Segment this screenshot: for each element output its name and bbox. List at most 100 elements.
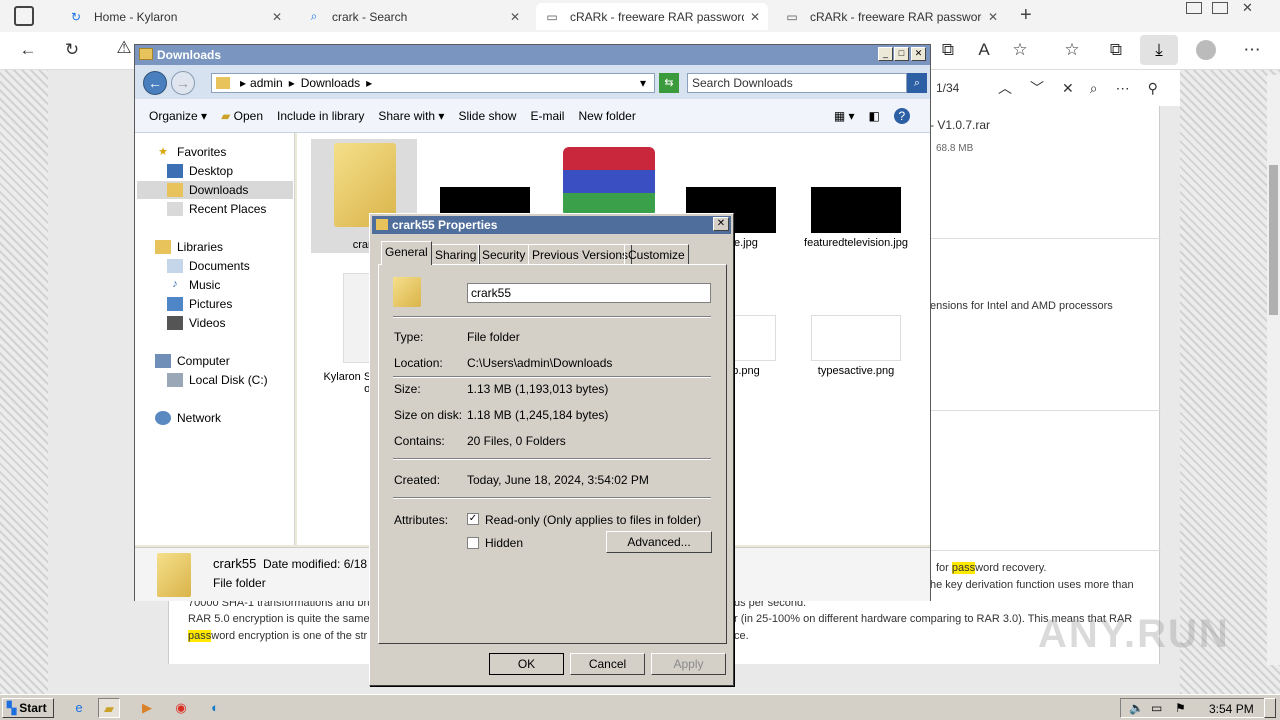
search-input[interactable]: Search Downloads: [687, 73, 907, 93]
close-icon[interactable]: ✕: [988, 10, 998, 24]
forward-button[interactable]: →: [171, 71, 195, 95]
extensions-icon[interactable]: ⧉: [936, 40, 960, 60]
nav-documents[interactable]: Documents: [167, 259, 250, 273]
tab-security[interactable]: Security: [478, 244, 530, 264]
tab-home-kylaron[interactable]: ↻ Home - Kylaron ✕: [60, 3, 290, 30]
search-icon[interactable]: ⌕: [1090, 80, 1098, 97]
file-item-winrar[interactable]: [559, 147, 659, 217]
new-tab-icon[interactable]: +: [1020, 4, 1032, 27]
tab-crark-2[interactable]: ▭ cRARk - freeware RAR password recovery…: [776, 3, 1006, 30]
name-field[interactable]: crark55: [467, 283, 711, 303]
explorer-toolbar: Organize ▾ ▰ Open Include in library Sha…: [135, 99, 930, 133]
maximize-button[interactable]: □: [894, 47, 909, 61]
collections-icon[interactable]: ⧉: [1104, 40, 1128, 60]
open-button[interactable]: ▰ Open: [221, 109, 263, 123]
explorer-taskbar-icon[interactable]: ▰: [98, 698, 120, 718]
scrollbar-thumb[interactable]: [1269, 165, 1278, 315]
help-icon[interactable]: ?: [893, 107, 910, 124]
view-icon[interactable]: ▦ ▾: [834, 109, 855, 123]
search-icon[interactable]: ⌕: [907, 73, 927, 93]
ie-icon[interactable]: e: [68, 698, 90, 718]
nav-recent-places[interactable]: Recent Places: [167, 202, 266, 216]
nav-network[interactable]: Network: [155, 411, 221, 425]
tab-crark-active[interactable]: ▭ cRARk - freeware RAR password recovery…: [536, 3, 768, 30]
new-folder-button[interactable]: New folder: [578, 109, 635, 123]
refresh-icon[interactable]: ⇆: [659, 73, 679, 93]
pin-icon[interactable]: ⚲: [1148, 80, 1158, 97]
web-text-line: for password recovery.: [936, 562, 1046, 574]
refresh-icon[interactable]: ↻: [60, 40, 84, 60]
nav-downloads[interactable]: Downloads: [167, 183, 248, 197]
nav-libraries[interactable]: Libraries: [155, 240, 223, 254]
profile-avatar[interactable]: [1196, 40, 1216, 60]
nav-desktop[interactable]: Desktop: [167, 164, 233, 178]
cancel-button[interactable]: Cancel: [570, 653, 645, 675]
address-bar[interactable]: ▸ admin ▸ Downloads ▸ ▾: [211, 73, 655, 93]
nav-videos[interactable]: Videos: [167, 316, 225, 330]
nav-music[interactable]: ♪ Music: [167, 278, 220, 292]
apply-button[interactable]: Apply: [651, 653, 726, 675]
ok-button[interactable]: OK: [489, 653, 564, 675]
clock[interactable]: 3:54 PM: [1209, 702, 1254, 716]
restore-button[interactable]: [1212, 2, 1228, 14]
minimize-button[interactable]: _: [878, 47, 893, 61]
chevron-up-icon[interactable]: ︿: [998, 78, 1012, 98]
close-window-icon[interactable]: ✕: [1242, 0, 1253, 16]
close-button[interactable]: ✕: [713, 217, 729, 231]
file-item-featuredtelevision[interactable]: featuredtelevision.jpg: [801, 187, 911, 249]
location-value: C:\Users\admin\Downloads: [467, 356, 613, 370]
downloads-icon[interactable]: ⤓: [1140, 35, 1178, 65]
explorer-titlebar[interactable]: Downloads: [135, 45, 930, 65]
hidden-label[interactable]: Hidden: [485, 536, 523, 550]
preview-pane-icon[interactable]: ◧: [869, 109, 880, 123]
tab-sharing[interactable]: Sharing: [431, 244, 481, 264]
back-icon[interactable]: ←: [16, 40, 40, 60]
nav-local-disk[interactable]: Local Disk (C:): [167, 373, 268, 387]
edge-icon[interactable]: ◐: [204, 698, 226, 718]
more-icon[interactable]: ⋯: [1116, 80, 1130, 97]
tab-previous-versions[interactable]: Previous Versions: [528, 244, 633, 264]
tab-crark-search[interactable]: ⌕ crark - Search ✕: [298, 3, 528, 30]
close-icon[interactable]: ✕: [750, 10, 760, 24]
close-icon[interactable]: ✕: [272, 10, 282, 24]
share-with-button[interactable]: Share with ▾: [378, 109, 444, 123]
nav-computer[interactable]: Computer: [155, 354, 230, 368]
chevron-down-icon[interactable]: ▾: [640, 76, 646, 90]
network-tray-icon[interactable]: ▭: [1151, 701, 1162, 715]
chevron-down-icon[interactable]: ﹀: [1030, 78, 1044, 98]
favorites-icon[interactable]: ☆: [1060, 40, 1084, 60]
readonly-label[interactable]: Read-only (Only applies to files in fold…: [485, 513, 701, 527]
chrome-icon[interactable]: ◉: [170, 698, 192, 718]
breadcrumb-admin[interactable]: admin: [250, 76, 283, 90]
include-in-library-button[interactable]: Include in library: [277, 109, 364, 123]
close-icon[interactable]: ✕: [510, 10, 520, 24]
start-button[interactable]: ▚ Start: [2, 698, 54, 718]
email-button[interactable]: E-mail: [530, 109, 564, 123]
show-desktop-button[interactable]: [1264, 698, 1276, 718]
organize-button[interactable]: Organize ▾: [149, 109, 207, 123]
hidden-checkbox[interactable]: [467, 537, 479, 549]
favorite-add-icon[interactable]: ☆: [1008, 40, 1032, 60]
advanced-button[interactable]: Advanced...: [606, 531, 712, 553]
tab-customize[interactable]: Customize: [624, 244, 689, 264]
tab-general[interactable]: General: [381, 241, 432, 265]
back-button[interactable]: ←: [143, 71, 167, 95]
file-item-typesactive[interactable]: typesactive.png: [801, 315, 911, 377]
read-aloud-icon[interactable]: A: [972, 40, 996, 60]
slide-show-button[interactable]: Slide show: [458, 109, 516, 123]
readonly-checkbox[interactable]: ✓: [467, 513, 479, 525]
close-button[interactable]: ✕: [911, 47, 926, 61]
close-icon[interactable]: ✕: [1062, 80, 1074, 97]
flag-icon[interactable]: ⚑: [1175, 701, 1186, 715]
properties-titlebar[interactable]: crark55 Properties: [372, 216, 731, 234]
breadcrumb-downloads[interactable]: Downloads: [301, 76, 360, 90]
more-icon[interactable]: ⋯: [1240, 40, 1264, 60]
media-player-icon[interactable]: ▶: [136, 698, 158, 718]
download-name[interactable]: - V1.0.7.rar: [930, 118, 990, 132]
page-scrollbar[interactable]: [1267, 75, 1280, 665]
minimize-button[interactable]: [1186, 2, 1202, 14]
nav-pictures[interactable]: Pictures: [167, 297, 232, 311]
speaker-icon[interactable]: 🔈: [1129, 701, 1144, 715]
tab-actions-icon[interactable]: [14, 6, 34, 26]
nav-favorites[interactable]: ★ Favorites: [155, 145, 226, 159]
